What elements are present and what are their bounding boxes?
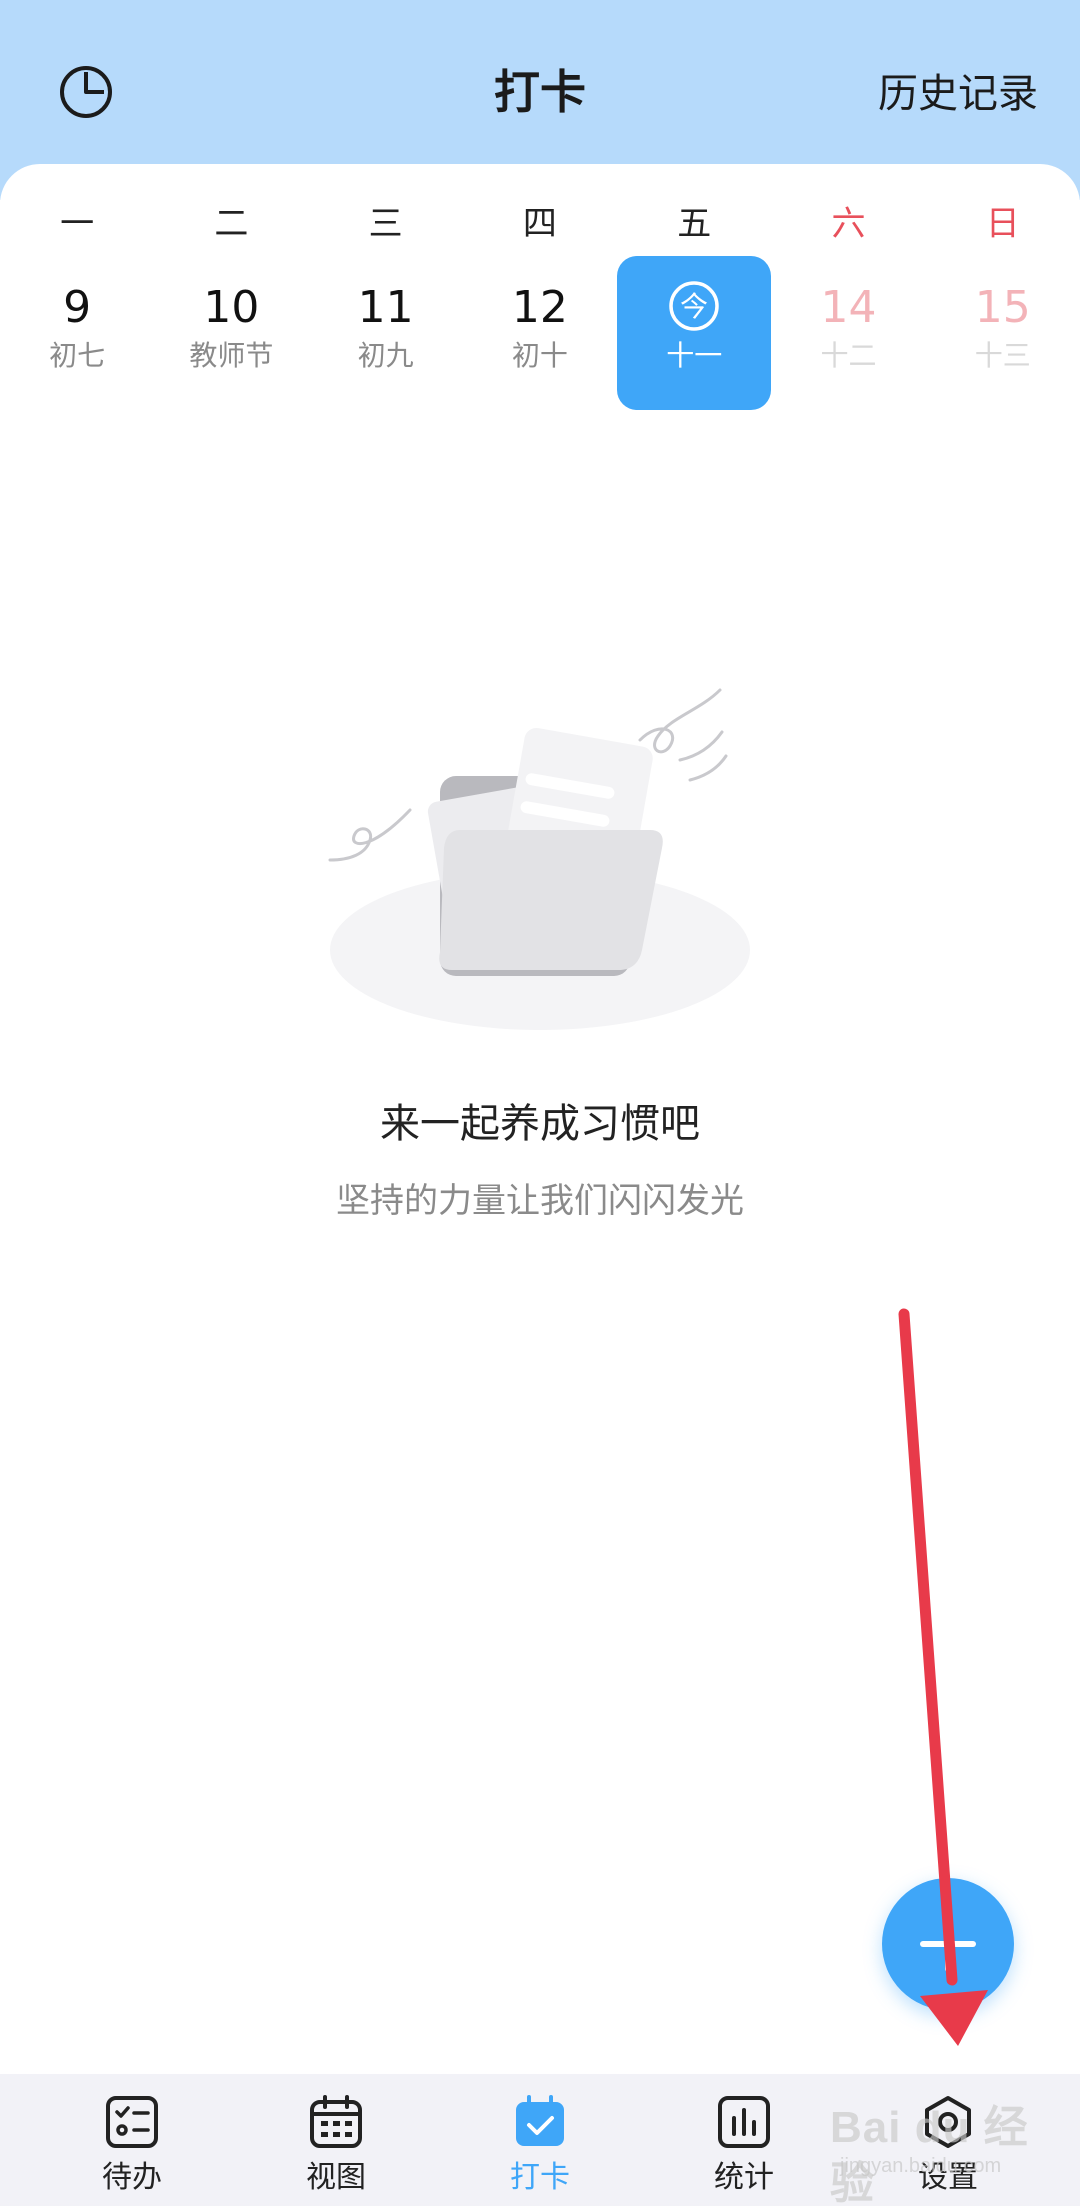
lunar-date: 十一 xyxy=(666,339,723,372)
weekday-label-weekend: 日 xyxy=(985,204,1020,244)
stats-icon xyxy=(716,2094,772,2150)
lunar-date: 初九 xyxy=(357,339,414,372)
date-number: 12 xyxy=(511,282,568,333)
empty-state-title: 来一起养成习惯吧 xyxy=(380,1101,700,1147)
tab-settings[interactable]: 设置 xyxy=(846,2074,1050,2206)
today-badge-icon: 今 xyxy=(668,280,720,332)
empty-folder-illustration xyxy=(320,680,760,1040)
weekday-row: 一 二 三 四 五 六 日 xyxy=(0,194,1080,254)
weekday-label: 二 xyxy=(214,204,249,244)
date-cell[interactable]: 12 初十 xyxy=(463,256,617,416)
date-cell-today[interactable]: 今 十一 xyxy=(617,256,772,416)
date-cell[interactable]: 11 初九 xyxy=(309,256,463,416)
add-habit-button[interactable] xyxy=(882,1878,1014,2010)
todo-list-icon xyxy=(104,2094,160,2150)
checkin-icon xyxy=(512,2094,568,2150)
weekday-label-weekend: 六 xyxy=(831,204,866,244)
tab-label: 设置 xyxy=(918,2160,978,2195)
date-cell[interactable]: 15 十三 xyxy=(926,256,1080,416)
date-number: 14 xyxy=(820,282,877,333)
history-button[interactable]: 历史记录 xyxy=(878,64,1038,124)
date-number: 10 xyxy=(203,282,260,333)
lunar-date: 十二 xyxy=(820,339,877,372)
empty-state-subtitle: 坚持的力量让我们闪闪发光 xyxy=(336,1181,744,1221)
date-number: 11 xyxy=(357,282,414,333)
tab-label: 统计 xyxy=(714,2160,774,2195)
lunar-date: 教师节 xyxy=(189,339,274,372)
bottom-tab-bar: 待办 视图 打卡 统计 设置 xyxy=(0,2074,1080,2206)
tab-checkin[interactable]: 打卡 xyxy=(438,2074,642,2206)
weekday-label: 三 xyxy=(368,204,403,244)
calendar-view-icon xyxy=(308,2094,364,2150)
date-cell[interactable]: 9 初七 xyxy=(0,256,154,416)
tab-view[interactable]: 视图 xyxy=(234,2074,438,2206)
date-row: 9 初七 10 教师节 11 初九 12 初十 今 十一 14 十二 15 十三 xyxy=(0,256,1080,416)
date-number: 9 xyxy=(63,282,92,333)
lunar-date: 十三 xyxy=(974,339,1031,372)
date-cell[interactable]: 10 教师节 xyxy=(154,256,308,416)
tab-todo[interactable]: 待办 xyxy=(30,2074,234,2206)
settings-icon xyxy=(920,2094,976,2150)
weekday-label: 四 xyxy=(522,204,557,244)
today-badge-text: 今 xyxy=(680,290,708,323)
lunar-date: 初七 xyxy=(49,339,106,372)
weekday-label: 五 xyxy=(677,204,712,244)
date-cell[interactable]: 14 十二 xyxy=(771,256,925,416)
plus-icon-vertical xyxy=(945,1916,951,1972)
tab-label: 待办 xyxy=(102,2160,162,2195)
weekday-label: 一 xyxy=(60,204,95,244)
tab-stats[interactable]: 统计 xyxy=(642,2074,846,2206)
tab-label: 视图 xyxy=(306,2160,366,2195)
date-number: 15 xyxy=(974,282,1031,333)
tab-label: 打卡 xyxy=(510,2160,570,2195)
lunar-date: 初十 xyxy=(511,339,568,372)
